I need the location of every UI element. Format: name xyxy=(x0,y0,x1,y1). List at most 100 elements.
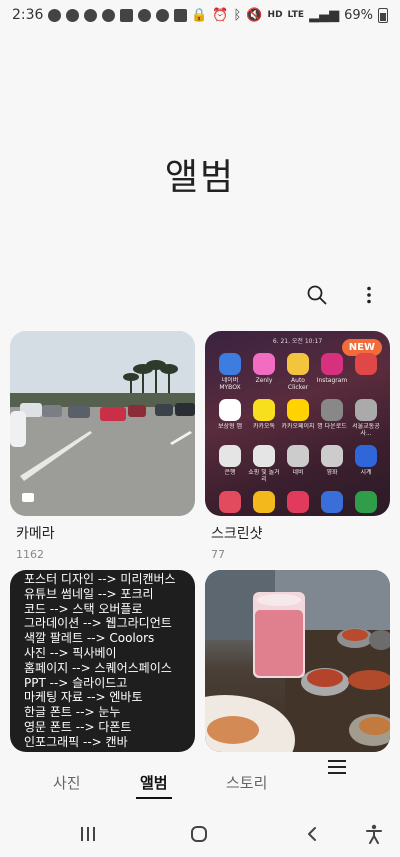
app-label: 보상형 앱 xyxy=(218,423,242,430)
album-thumbnail xyxy=(10,331,195,516)
app-icon xyxy=(355,399,377,421)
tab-stories[interactable]: 스토리 xyxy=(226,772,267,793)
app-shortcut: Auto Clicker xyxy=(281,353,315,391)
app-icon xyxy=(287,353,309,375)
search-icon[interactable] xyxy=(304,282,330,308)
hamburger-menu-icon[interactable] xyxy=(328,759,346,779)
app-icon xyxy=(219,399,241,421)
app-icon xyxy=(138,8,152,22)
system-nav-bar xyxy=(0,815,400,853)
album-camera[interactable]: 카메라 1162 xyxy=(10,331,195,561)
app-label: 시계 xyxy=(360,469,372,476)
app-label: 쇼핑 및 놀거리 xyxy=(248,469,280,483)
app-shortcut xyxy=(247,491,281,516)
text-line: 사진 --> 픽사베이 xyxy=(24,645,117,660)
app-shortcut xyxy=(315,491,349,516)
app-icon xyxy=(321,491,343,513)
text-line: 영문 폰트 --> 다폰트 xyxy=(24,719,132,734)
app-label: 은행 xyxy=(224,469,236,476)
app-icon xyxy=(219,491,241,513)
text-line: 한글 폰트 --> 눈누 xyxy=(24,705,121,720)
app-label: 카카오페이지 xyxy=(281,423,315,430)
gear-badge-icon xyxy=(66,8,80,22)
more-vertical-icon[interactable] xyxy=(356,282,382,308)
accessibility-icon[interactable] xyxy=(364,823,384,845)
album-thumbnail: 포스터 디자인 --> 미리캔버스 유튜브 썸네일 --> 포크리 코드 --> 스… xyxy=(10,570,195,752)
status-bar: 2:36 🔒 ⏰ ᛒ 🔇 HD LTE ▂▄▆ 69% xyxy=(0,0,400,30)
app-icon xyxy=(355,353,377,375)
bottom-nav: 사진 앨범 스토리 xyxy=(0,760,400,804)
app-shortcut: 서울교통공사... xyxy=(349,399,383,437)
album-count: 1162 xyxy=(16,548,44,561)
app-shortcut: 시계 xyxy=(349,445,383,483)
app-icon xyxy=(355,445,377,467)
home-icon[interactable] xyxy=(189,823,209,845)
app-shortcut: 영화 xyxy=(315,445,349,483)
notification-icon xyxy=(48,8,62,22)
album-thumbnail xyxy=(205,570,390,752)
app-icon xyxy=(321,353,343,375)
app-icon xyxy=(355,491,377,513)
message-icon xyxy=(102,8,116,22)
app-icon xyxy=(253,399,275,421)
text-line: 그라데이션 --> 웹그라디언트 xyxy=(24,616,172,631)
network-label: HD xyxy=(267,9,283,20)
camera-badge-icon xyxy=(22,493,34,502)
network-type-label: LTE xyxy=(287,9,305,20)
text-line: 인포그래픽 --> 캔바 xyxy=(24,734,128,749)
app-label xyxy=(213,515,247,516)
text-line: 색깔 팔레트 --> Coolors xyxy=(24,631,155,646)
text-line: PPT --> 슬라이드고 xyxy=(24,675,128,690)
app-shortcut: 명 다운로드 xyxy=(315,399,349,437)
app-shortcut xyxy=(349,353,383,391)
app-icon xyxy=(253,445,275,467)
app-label: 네이버 MYBOX xyxy=(219,377,241,391)
app-icon xyxy=(287,445,309,467)
status-time: 2:36 xyxy=(12,7,44,23)
status-right: 🔒 ⏰ ᛒ 🔇 HD LTE ▂▄▆ 69% xyxy=(191,7,388,23)
album-food-photo[interactable] xyxy=(205,570,390,752)
recent-apps-icon[interactable] xyxy=(78,823,98,845)
page-title: 앨범 xyxy=(164,157,236,198)
app-label: 영화 xyxy=(326,469,338,476)
app-shortcut: 카카오페이지 xyxy=(281,399,315,437)
app-label xyxy=(247,515,281,516)
app-label: 서울교통공사... xyxy=(352,423,380,437)
app-label xyxy=(315,515,349,516)
back-icon[interactable] xyxy=(302,823,322,845)
app-icon xyxy=(219,353,241,375)
app-label: Instagram xyxy=(316,377,348,384)
app-shortcut: Instagram xyxy=(315,353,349,391)
text-line: 포스터 디자인 --> 미리캔버스 xyxy=(24,572,176,586)
app-icon xyxy=(253,353,275,375)
app-shortcut: 카카오톡 xyxy=(247,399,281,437)
app-label: 네비 xyxy=(292,469,304,476)
app-label xyxy=(349,515,383,516)
album-text-image[interactable]: 포스터 디자인 --> 미리캔버스 유튜브 썸네일 --> 포크리 코드 --> 스… xyxy=(10,570,195,752)
album-thumbnail: 6. 21. 오전 10:17 NEW 네이버 MYBOX Zenly Auto C… xyxy=(205,331,390,516)
bluetooth-icon: ᛒ xyxy=(233,7,242,23)
app-icon xyxy=(321,399,343,421)
app-icon xyxy=(253,491,275,513)
tab-albums[interactable]: 앨범 xyxy=(136,772,172,799)
app-label: 카카오톡 xyxy=(252,423,276,430)
signal-icon: ▂▄▆ xyxy=(309,7,340,23)
album-screenshots[interactable]: 6. 21. 오전 10:17 NEW 네이버 MYBOX Zenly Auto C… xyxy=(205,331,390,561)
app-label: Auto Clicker xyxy=(287,377,309,391)
app-shortcut: 은행 xyxy=(213,445,247,483)
app-label xyxy=(349,377,383,391)
app-label: 명 다운로드 xyxy=(317,423,347,430)
battery-icon xyxy=(378,7,388,23)
app-shortcut xyxy=(349,491,383,516)
app-icon xyxy=(287,491,309,513)
toolbar xyxy=(304,282,382,308)
text-line: 홈페이지 --> 스퀘어스페이스 xyxy=(24,660,172,675)
app-shortcut xyxy=(281,491,315,516)
app-shortcut: 쇼핑 및 놀거리 xyxy=(247,445,281,483)
tab-photos[interactable]: 사진 xyxy=(53,772,81,793)
album-name: 카메라 xyxy=(16,526,55,542)
app-grid: 네이버 MYBOX Zenly Auto Clicker Instagram 보상형 앱… xyxy=(213,353,382,516)
status-left: 2:36 xyxy=(12,7,188,23)
battery-percent: 69% xyxy=(344,7,373,23)
mute-icon: 🔇 xyxy=(246,7,263,23)
